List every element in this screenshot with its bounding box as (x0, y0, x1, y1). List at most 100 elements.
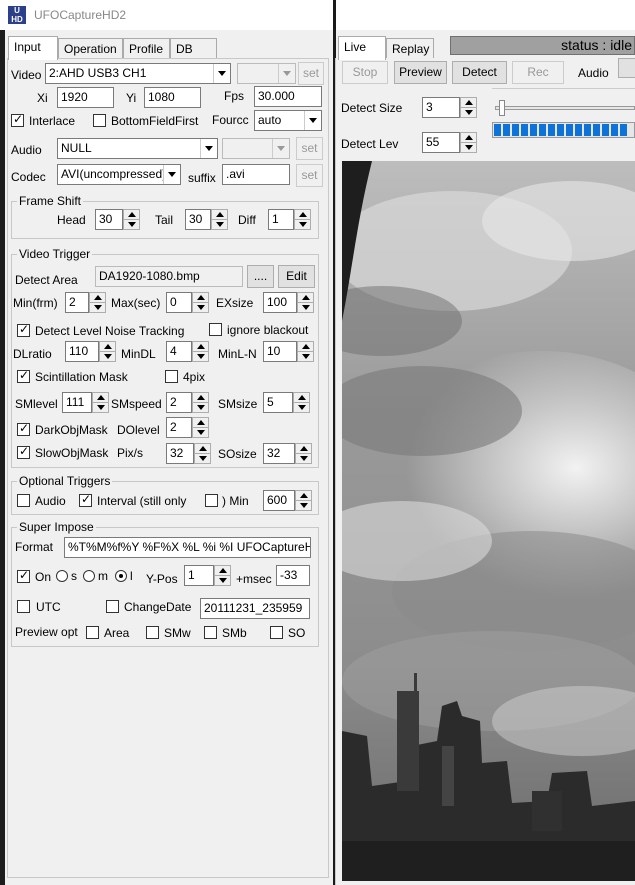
preview-area-checkbox[interactable] (86, 626, 99, 639)
interval-checkbox[interactable] (79, 492, 92, 507)
sosize-spinner[interactable] (295, 443, 312, 464)
xi-input[interactable]: 1920 (57, 87, 114, 108)
ypos-spinner[interactable] (214, 565, 231, 586)
minln-spinner[interactable] (297, 341, 314, 362)
interval-label: Interval (still only (97, 494, 187, 508)
mindl-input[interactable]: 4 (166, 341, 192, 362)
fourcc-select[interactable]: auto (254, 110, 322, 131)
tab-live[interactable]: Live (338, 36, 386, 60)
detect-button[interactable]: Detect (452, 61, 507, 84)
pixs-spinner[interactable] (194, 443, 211, 464)
codec-select[interactable]: AVI(uncompressed) (57, 164, 181, 185)
noise-tracking-checkbox[interactable] (17, 322, 30, 337)
audio-device-select[interactable]: NULL (57, 138, 218, 159)
tab-profile[interactable]: Profile (123, 38, 170, 60)
detect-size-input[interactable]: 3 (422, 97, 460, 118)
chevron-down-icon[interactable] (200, 139, 217, 158)
dlratio-spinner[interactable] (99, 341, 116, 362)
fps-input[interactable]: 30.000 (254, 86, 322, 107)
suffix-input[interactable]: .avi (222, 164, 290, 185)
max-sec-spinner[interactable] (192, 292, 209, 313)
bottomfield-label: BottomFieldFirst (111, 114, 199, 128)
head-input[interactable]: 30 (95, 209, 123, 230)
changedate-input[interactable]: 20111231_235959 (200, 598, 310, 619)
smlevel-spinner[interactable] (92, 392, 109, 413)
diff-spinner[interactable] (294, 209, 311, 230)
chevron-down-icon[interactable] (213, 64, 230, 83)
yi-input[interactable]: 1080 (144, 87, 201, 108)
video-device-select[interactable]: 2:AHD USB3 CH1 (45, 63, 231, 84)
ignore-blackout-checkbox[interactable] (209, 323, 222, 336)
detect-size-slider-track[interactable] (495, 106, 635, 110)
interval-min-spinner[interactable] (295, 490, 312, 511)
sky-scene-image (342, 161, 635, 881)
tab-replay[interactable]: Replay (386, 38, 434, 60)
interlace-checkbox[interactable] (11, 112, 24, 127)
size-l-radio[interactable] (115, 570, 127, 582)
detect-size-slider-thumb[interactable] (499, 100, 505, 116)
tail-input[interactable]: 30 (185, 209, 211, 230)
changedate-checkbox[interactable] (106, 600, 119, 613)
smsize-spinner[interactable] (293, 392, 310, 413)
utc-checkbox[interactable] (17, 600, 30, 613)
smspeed-spinner[interactable] (192, 392, 209, 413)
min-frm-input[interactable]: 2 (65, 292, 89, 313)
preview-smw-checkbox[interactable] (146, 626, 159, 639)
interval-min-input[interactable]: 600 (263, 490, 295, 511)
pixs-input[interactable]: 32 (166, 443, 194, 464)
chevron-down-icon[interactable] (163, 165, 180, 184)
size-s-radio[interactable] (56, 570, 68, 582)
live-video-frame[interactable] (342, 161, 635, 881)
codec-set-button: set (296, 164, 323, 187)
preview-so-label: SO (288, 626, 306, 640)
chevron-down-icon (272, 139, 289, 158)
pixs-label: Pix/s (117, 446, 144, 460)
smsize-input[interactable]: 5 (263, 392, 293, 413)
preview-so-checkbox[interactable] (270, 626, 283, 639)
min-frm-spinner[interactable] (89, 292, 106, 313)
tab-input[interactable]: Input (8, 36, 58, 60)
audio-format-select (222, 138, 290, 159)
msec-input[interactable]: -33 (276, 565, 310, 586)
minln-input[interactable]: 10 (263, 341, 297, 362)
tab-operation[interactable]: Operation (58, 38, 123, 60)
size-m-radio[interactable] (83, 570, 95, 582)
exsize-spinner[interactable] (297, 292, 314, 313)
sosize-input[interactable]: 32 (263, 443, 295, 464)
preview-smb-checkbox[interactable] (204, 626, 217, 639)
fourpix-checkbox[interactable] (165, 370, 178, 383)
dolevel-input[interactable]: 2 (166, 417, 192, 438)
detect-area-browse-button[interactable]: .... (247, 265, 274, 288)
darkobj-checkbox[interactable] (17, 421, 30, 436)
detect-size-spinner[interactable] (460, 97, 477, 118)
impose-on-checkbox[interactable] (17, 568, 30, 583)
opt-audio-checkbox[interactable] (17, 494, 30, 507)
tab-db[interactable]: DB (170, 38, 217, 60)
suffix-label: suffix (188, 171, 216, 185)
interval-min-checkbox[interactable] (205, 494, 218, 507)
head-spinner[interactable] (123, 209, 140, 230)
interval-min-label: ) Min (222, 494, 249, 508)
tail-spinner[interactable] (211, 209, 228, 230)
detect-area-edit-button[interactable]: Edit (278, 265, 315, 288)
detect-lev-spinner[interactable] (460, 132, 477, 153)
preview-button[interactable]: Preview (394, 61, 447, 84)
smspeed-input[interactable]: 2 (166, 392, 192, 413)
format-label: Format (15, 540, 54, 554)
bottomfield-checkbox[interactable] (93, 114, 106, 127)
dlratio-input[interactable]: 110 (65, 341, 99, 362)
ypos-input[interactable]: 1 (184, 565, 214, 586)
mindl-spinner[interactable] (192, 341, 209, 362)
audio-set-button: set (296, 137, 323, 160)
slowobj-checkbox[interactable] (17, 444, 30, 459)
dolevel-spinner[interactable] (192, 417, 209, 438)
audio-toggle-button[interactable] (618, 58, 635, 78)
chevron-down-icon[interactable] (304, 111, 321, 130)
detect-lev-input[interactable]: 55 (422, 132, 460, 153)
scintillation-checkbox[interactable] (17, 368, 30, 383)
diff-input[interactable]: 1 (268, 209, 294, 230)
format-input[interactable]: %T%M%f%Y %F%X %L %i %I UFOCaptureHD2 (64, 537, 311, 558)
exsize-input[interactable]: 100 (263, 292, 297, 313)
max-sec-input[interactable]: 0 (166, 292, 192, 313)
smlevel-input[interactable]: 111 (62, 392, 92, 413)
